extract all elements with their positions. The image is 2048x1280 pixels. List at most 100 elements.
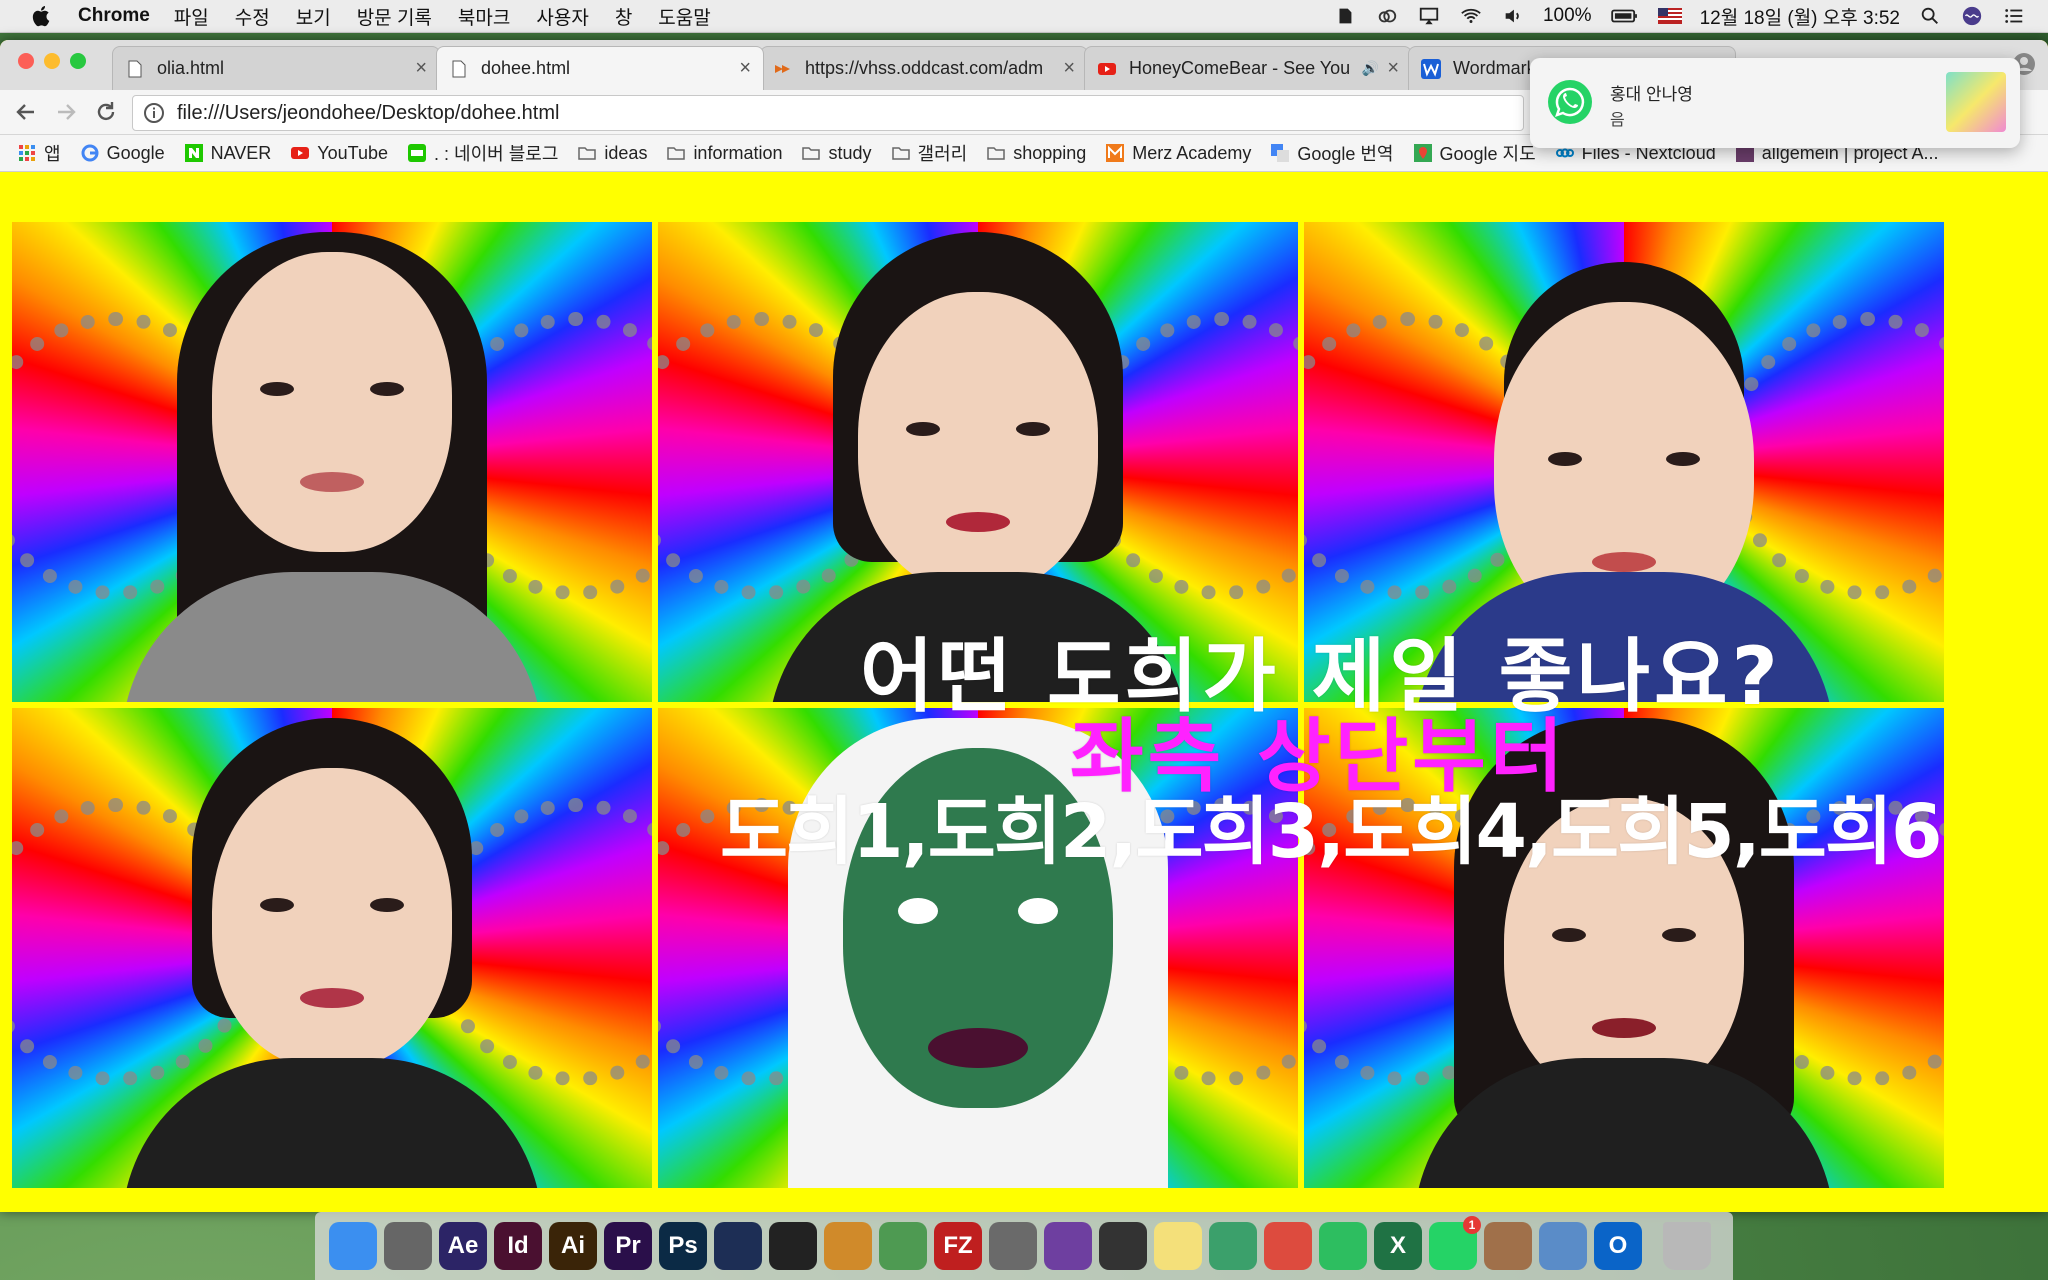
photo-dohee-2[interactable] <box>658 222 1298 702</box>
translate-icon <box>1271 144 1290 162</box>
close-tab-icon[interactable]: × <box>1387 57 1399 80</box>
folder-icon <box>891 147 910 160</box>
bookmark-apps[interactable]: 앱 <box>18 140 61 166</box>
chrome-icon[interactable] <box>1264 1222 1312 1270</box>
whatsapp-icon[interactable]: 1 <box>1429 1216 1481 1270</box>
menu-people[interactable]: 사용자 <box>536 3 588 30</box>
battery-icon[interactable] <box>1610 5 1640 27</box>
outlook-icon[interactable]: O <box>1594 1222 1642 1270</box>
reload-icon[interactable] <box>92 98 120 126</box>
back-arrow-icon[interactable] <box>12 98 40 126</box>
illustrator-icon[interactable]: Ai <box>549 1222 597 1270</box>
github-icon[interactable] <box>1044 1222 1092 1270</box>
bookmark-google-translate[interactable]: Google 번역 <box>1271 140 1394 166</box>
folder-icon <box>667 147 686 160</box>
guitar-icon[interactable] <box>1484 1222 1532 1270</box>
wifi-icon[interactable] <box>1459 5 1483 27</box>
bookmark-label: Google 지도 <box>1439 144 1536 164</box>
youtube-icon <box>291 147 310 159</box>
photo-dohee-5[interactable] <box>658 708 1298 1188</box>
zoom-window-button[interactable] <box>70 53 86 69</box>
bookmark-label: Google <box>106 142 165 163</box>
speaker-icon[interactable]: 🔊 <box>1362 60 1379 77</box>
after-effects-icon[interactable]: Ae <box>439 1222 487 1270</box>
menu-file[interactable]: 파일 <box>174 3 209 30</box>
photo-dohee-1[interactable] <box>12 222 652 702</box>
painted-face-shape <box>843 748 1113 1108</box>
bookmark-youtube[interactable]: YouTube <box>291 143 388 164</box>
bookmark-merz-academy[interactable]: Merz Academy <box>1106 143 1251 164</box>
bookmark-label: . : 네이버 블로그 <box>434 144 559 164</box>
excel-icon[interactable]: X <box>1374 1222 1422 1270</box>
tab-dohee[interactable]: dohee.html × <box>436 46 764 90</box>
shoulders-shape <box>768 572 1188 702</box>
bookmark-folder-gallery[interactable]: 갤러리 <box>891 140 967 166</box>
bookmark-google-maps[interactable]: Google 지도 <box>1413 140 1536 166</box>
document-icon <box>128 60 142 77</box>
bookmark-label: Google 번역 <box>1297 144 1394 164</box>
trash-icon[interactable] <box>1663 1222 1711 1270</box>
finder-icon[interactable] <box>329 1222 377 1270</box>
info-icon[interactable] <box>143 102 165 124</box>
menu-bookmarks[interactable]: 북마크 <box>458 3 510 30</box>
premiere-icon[interactable]: Pr <box>604 1222 652 1270</box>
unity-icon[interactable] <box>769 1222 817 1270</box>
notification-center-icon[interactable] <box>2002 5 2026 27</box>
close-window-button[interactable] <box>18 53 34 69</box>
face-shape <box>212 768 452 1068</box>
launchpad-icon[interactable] <box>384 1222 432 1270</box>
apple-icon[interactable] <box>30 4 54 28</box>
tab-title: https://vhss.oddcast.com/adm <box>805 58 1044 78</box>
cocktail-icon[interactable] <box>824 1222 872 1270</box>
sequel-pro-icon[interactable] <box>989 1222 1037 1270</box>
photoshop-icon[interactable]: Ps <box>659 1222 707 1270</box>
clock[interactable]: 12월 18일 (월) 오후 3:52 <box>1700 3 1900 30</box>
close-tab-icon[interactable]: × <box>739 57 751 80</box>
close-tab-icon[interactable]: × <box>1063 57 1075 80</box>
bookmark-folder-shopping[interactable]: shopping <box>987 143 1086 164</box>
photo-dohee-4[interactable] <box>12 708 652 1188</box>
address-bar[interactable]: file:///Users/jeondohee/Desktop/dohee.ht… <box>132 95 1524 131</box>
notes-icon[interactable] <box>1154 1222 1202 1270</box>
evernote-menubar-icon[interactable] <box>1333 5 1357 27</box>
menu-view[interactable]: 보기 <box>296 3 331 30</box>
preview-icon[interactable] <box>1539 1222 1587 1270</box>
tab-youtube[interactable]: HoneyComeBear - See You 🔊 × <box>1084 46 1412 90</box>
cinema4d-icon[interactable] <box>714 1222 762 1270</box>
menu-edit[interactable]: 수정 <box>235 3 270 30</box>
document-icon <box>452 60 466 77</box>
bookmark-folder-ideas[interactable]: ideas <box>578 143 647 164</box>
minimize-window-button[interactable] <box>44 53 60 69</box>
evernote-icon[interactable] <box>1319 1222 1367 1270</box>
bookmark-folder-information[interactable]: information <box>667 143 782 164</box>
airplay-icon[interactable] <box>1417 5 1441 27</box>
menu-window[interactable]: 창 <box>615 3 632 30</box>
volume-icon[interactable] <box>1501 5 1525 27</box>
photo-dohee-3[interactable] <box>1304 222 1944 702</box>
filezilla-icon[interactable]: FZ <box>934 1222 982 1270</box>
siri-icon[interactable] <box>1960 5 1984 27</box>
bookmark-google[interactable]: Google <box>81 143 165 164</box>
app-name[interactable]: Chrome <box>78 5 150 27</box>
bookmark-naver-blog[interactable]: . : 네이버 블로그 <box>408 140 558 166</box>
tab-olia[interactable]: olia.html × <box>112 46 440 90</box>
dock-icon-label: Ps <box>668 1232 698 1259</box>
android-studio-icon[interactable] <box>879 1222 927 1270</box>
processing-icon[interactable] <box>1099 1222 1147 1270</box>
whatsapp-notification[interactable]: 홍대 안나영 음 <box>1530 58 2020 148</box>
creative-cloud-icon[interactable] <box>1375 5 1399 27</box>
indesign-icon[interactable]: Id <box>494 1222 542 1270</box>
bookmark-folder-study[interactable]: study <box>802 143 872 164</box>
close-tab-icon[interactable]: × <box>415 57 427 80</box>
face-shape <box>858 292 1098 592</box>
url-text[interactable]: file:///Users/jeondohee/Desktop/dohee.ht… <box>177 102 559 125</box>
spotlight-search-icon[interactable] <box>1918 5 1942 27</box>
menu-history[interactable]: 방문 기록 <box>357 3 432 30</box>
forward-arrow-icon[interactable] <box>52 98 80 126</box>
us-flag-icon[interactable] <box>1657 8 1682 24</box>
bookmark-naver[interactable]: NAVER <box>184 143 271 164</box>
atom-icon[interactable] <box>1209 1222 1257 1270</box>
menu-help[interactable]: 도움말 <box>658 3 710 30</box>
tab-oddcast[interactable]: https://vhss.oddcast.com/adm × <box>760 46 1088 90</box>
photo-dohee-6[interactable] <box>1304 708 1944 1188</box>
